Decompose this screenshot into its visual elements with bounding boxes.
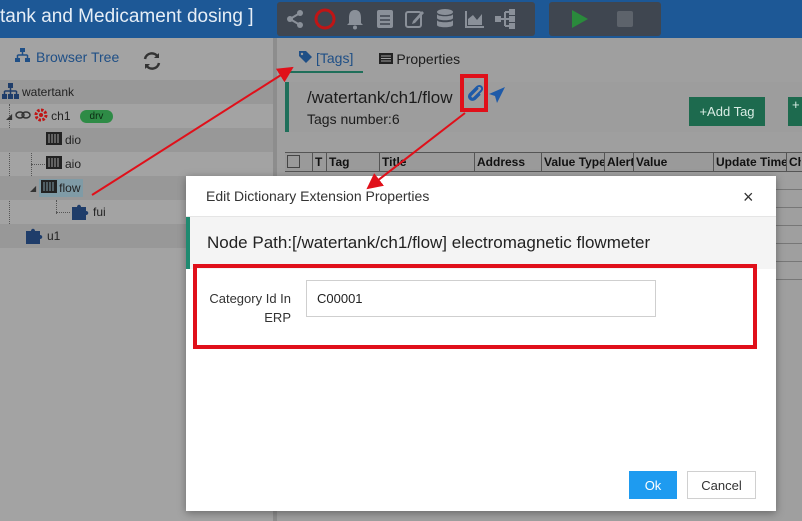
- sitemap-icon: [15, 48, 30, 65]
- sitemap-icon: [2, 82, 19, 102]
- edit-properties-dialog: Edit Dictionary Extension Properties × N…: [186, 176, 776, 511]
- toolbar-tools: [277, 2, 535, 36]
- detail-tabs: [Tags] Properties: [287, 50, 460, 73]
- send-icon[interactable]: [488, 86, 506, 109]
- book-icon[interactable]: [373, 7, 397, 31]
- bell-icon[interactable]: [343, 7, 367, 31]
- column-header[interactable]: Value: [634, 153, 714, 171]
- column-header[interactable]: T: [313, 153, 327, 171]
- node-path: /watertank/ch1/flow: [307, 88, 453, 107]
- play-icon[interactable]: [567, 7, 591, 31]
- share-icon[interactable]: [283, 7, 307, 31]
- sitemap-icon[interactable]: [493, 7, 517, 31]
- category-id-label: Category Id In ERP: [209, 291, 291, 325]
- tree-label: ch1: [51, 109, 71, 123]
- refresh-icon[interactable]: [142, 51, 162, 76]
- driver-badge: drv: [79, 109, 114, 123]
- module-icon: [41, 180, 58, 196]
- dialog-node-path: Node Path:[/watertank/ch1/flow] electrom…: [207, 233, 651, 252]
- tab-properties[interactable]: Properties: [379, 50, 460, 73]
- tree-node-flow-selected: flow: [39, 179, 83, 197]
- add-extra-button[interactable]: +: [788, 97, 802, 126]
- top-bar: tank and Medicament dosing ]: [0, 0, 802, 38]
- tree-label: flow: [59, 181, 81, 195]
- tree-label: watertank: [22, 85, 75, 99]
- tags-count: Tags number:6: [307, 111, 400, 127]
- browser-tree-title: Browser Tree: [36, 48, 120, 65]
- tree-guide-line: [31, 164, 45, 165]
- tag-icon: [299, 50, 313, 66]
- tab-label: [Tags]: [316, 50, 354, 66]
- gear-icon: [34, 108, 48, 125]
- tree-label: dio: [65, 133, 82, 147]
- table-header: T Tag Title Address Value Type Alert Val…: [285, 152, 802, 172]
- tab-label: Properties: [396, 51, 461, 67]
- dialog-title: Edit Dictionary Extension Properties: [206, 188, 430, 204]
- puzzle-icon: [70, 201, 90, 224]
- column-header[interactable]: Title: [380, 153, 475, 171]
- tree-label: aio: [65, 157, 82, 171]
- ring-icon[interactable]: [313, 7, 337, 31]
- dialog-node-path-banner: Node Path:[/watertank/ch1/flow] electrom…: [186, 217, 776, 269]
- puzzle-icon: [24, 225, 44, 248]
- tree-label: u1: [47, 229, 61, 243]
- list-icon: [379, 51, 394, 67]
- edit-icon[interactable]: [403, 7, 427, 31]
- collapse-icon[interactable]: ◢: [6, 112, 12, 121]
- category-id-input[interactable]: [306, 280, 656, 317]
- collapse-icon[interactable]: ◢: [30, 184, 36, 193]
- paperclip-icon[interactable]: [466, 83, 484, 108]
- tree-node-watertank[interactable]: watertank: [0, 80, 273, 104]
- column-header[interactable]: Value Type: [542, 153, 605, 171]
- tree-node-ch1[interactable]: ◢ ch1 drv: [6, 104, 273, 128]
- column-header[interactable]: Address: [475, 153, 542, 171]
- tree-guide-line: [56, 212, 70, 213]
- ok-button[interactable]: Ok: [629, 471, 677, 499]
- stop-icon[interactable]: [613, 7, 637, 31]
- link-icon: [15, 109, 31, 124]
- select-all-checkbox[interactable]: [285, 153, 313, 171]
- area-chart-icon[interactable]: [463, 7, 487, 31]
- tree-node-aio[interactable]: aio: [46, 152, 273, 176]
- close-icon[interactable]: ×: [743, 188, 754, 206]
- highlight-box: [460, 74, 488, 112]
- module-icon: [46, 132, 62, 148]
- tree-label: fui: [93, 205, 106, 219]
- column-header[interactable]: Tag: [327, 153, 380, 171]
- add-tag-button[interactable]: +Add Tag: [689, 97, 765, 126]
- database-icon[interactable]: [433, 7, 457, 31]
- app-title: tank and Medicament dosing ]: [0, 6, 254, 27]
- toolbar-run: [549, 2, 661, 36]
- column-header[interactable]: Ch: [787, 153, 801, 171]
- cancel-button[interactable]: Cancel: [687, 471, 756, 499]
- tab-tags[interactable]: [Tags]: [287, 50, 364, 73]
- browser-tree-header[interactable]: Browser Tree: [15, 48, 119, 65]
- module-icon: [46, 156, 62, 172]
- column-header[interactable]: Update Time: [714, 153, 787, 171]
- tree-node-dio[interactable]: dio: [0, 128, 273, 152]
- column-header[interactable]: Alert: [605, 153, 634, 171]
